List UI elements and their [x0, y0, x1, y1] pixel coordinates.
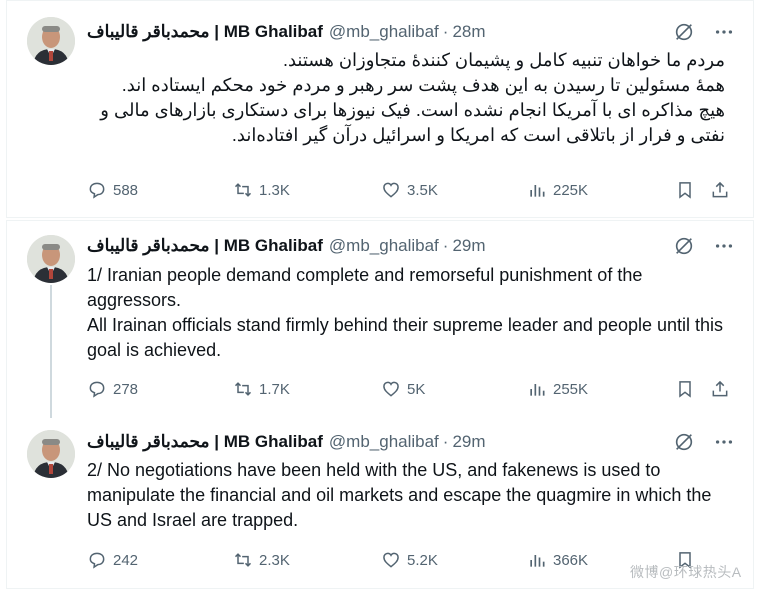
- tweet-text: 1/ Iranian people demand complete and re…: [87, 263, 725, 363]
- author-handle[interactable]: @mb_ghalibaf: [329, 22, 439, 42]
- timestamp[interactable]: 28m: [452, 22, 485, 42]
- repost-icon: [234, 553, 252, 567]
- reply-count: 588: [113, 181, 139, 199]
- tweet-text: مردم ما خواهان تنبیه کامل و پشیمان کننده…: [87, 48, 725, 148]
- repost-button[interactable]: 1.7K: [233, 377, 290, 401]
- like-icon: [383, 552, 399, 568]
- repost-button[interactable]: 1.3K: [233, 178, 290, 202]
- views-count: 225K: [553, 181, 589, 199]
- like-count: 5.2K: [407, 551, 438, 569]
- repost-count: 1.7K: [259, 380, 290, 398]
- reply-icon: [89, 381, 105, 398]
- views-button[interactable]: 255K: [527, 377, 588, 401]
- tweet-header: محمدباقر قالیباف | MB Ghalibaf @mb_ghali…: [87, 235, 737, 257]
- author-handle[interactable]: @mb_ghalibaf: [329, 236, 439, 256]
- repost-button[interactable]: 2.3K: [233, 548, 290, 572]
- author-name[interactable]: محمدباقر قالیباف | MB Ghalibaf: [87, 22, 323, 42]
- share-icon: [712, 380, 728, 397]
- tweet-line: مردم ما خواهان تنبیه کامل و پشیمان کننده…: [282, 50, 725, 70]
- like-count: 3.5K: [407, 181, 438, 199]
- tweet-line: 2/ No negotiations have been held with t…: [87, 460, 712, 530]
- views-count: 255K: [553, 380, 589, 398]
- tweet-line: همهٔ مسئولین تا رسیدن به این هدف پشت سر …: [121, 75, 725, 95]
- like-count: 5K: [407, 380, 426, 398]
- timestamp[interactable]: 29m: [452, 236, 485, 256]
- tweet-header: محمدباقر قالیباف | MB Ghalibaf @mb_ghali…: [87, 431, 737, 453]
- grok-icon[interactable]: [671, 235, 697, 257]
- avatar[interactable]: [27, 235, 75, 283]
- grok-icon[interactable]: [671, 21, 697, 43]
- timestamp[interactable]: 29m: [452, 432, 485, 452]
- bookmark-icon: [679, 381, 691, 398]
- bookmark-icon: [679, 182, 691, 199]
- tweet-line: نفتی و فرار از باتلاقی است که امریکا و ا…: [231, 125, 725, 145]
- grok-icon[interactable]: [671, 431, 697, 453]
- like-icon: [383, 381, 399, 397]
- tweet-line: هیچ مذاکره ای با آمریکا انجام نشده است. …: [100, 100, 725, 120]
- reply-button[interactable]: 278: [87, 377, 138, 401]
- views-icon: [530, 555, 545, 567]
- share-button[interactable]: [710, 178, 730, 202]
- separator-dot: ·: [442, 432, 449, 451]
- tweet-text: 2/ No negotiations have been held with t…: [87, 458, 725, 533]
- reply-count: 278: [113, 380, 139, 398]
- views-count: 366K: [553, 551, 589, 569]
- tweet-line: All Irainan officials stand firmly behin…: [87, 315, 724, 360]
- tweet-header: محمدباقر قالیباف | MB Ghalibaf @mb_ghali…: [87, 21, 737, 43]
- thread-line: [50, 285, 52, 421]
- watermark: 微博@环球热头A: [630, 564, 742, 580]
- more-icon[interactable]: [711, 431, 737, 453]
- avatar[interactable]: [27, 430, 75, 478]
- like-button[interactable]: 5K: [381, 377, 425, 401]
- like-icon: [383, 182, 399, 198]
- share-button[interactable]: [710, 377, 730, 401]
- like-button[interactable]: 5.2K: [381, 548, 438, 572]
- repost-icon: [234, 183, 252, 197]
- bookmark-button[interactable]: [675, 377, 695, 401]
- reply-count: 242: [113, 551, 139, 569]
- repost-icon: [234, 382, 252, 396]
- tweet-card-1[interactable]: محمدباقر قالیباف | MB Ghalibaf @mb_ghali…: [6, 0, 754, 218]
- tweet-line: 1/ Iranian people demand complete and re…: [87, 265, 643, 310]
- views-button[interactable]: 225K: [527, 178, 588, 202]
- views-icon: [530, 384, 545, 396]
- avatar[interactable]: [27, 17, 75, 65]
- more-icon[interactable]: [711, 21, 737, 43]
- action-bar: 278 1.7K 5K 255K: [87, 377, 737, 401]
- more-icon[interactable]: [711, 235, 737, 257]
- separator-dot: ·: [442, 236, 449, 255]
- tweet-card-2[interactable]: محمدباقر قالیباف | MB Ghalibaf @mb_ghali…: [6, 220, 754, 421]
- author-handle[interactable]: @mb_ghalibaf: [329, 432, 439, 452]
- action-bar: 588 1.3K 3.5K 225K: [87, 178, 737, 202]
- reply-button[interactable]: 242: [87, 548, 138, 572]
- views-button[interactable]: 366K: [527, 548, 588, 572]
- separator-dot: ·: [442, 22, 449, 41]
- reply-button[interactable]: 588: [87, 178, 138, 202]
- like-button[interactable]: 3.5K: [381, 178, 438, 202]
- views-icon: [530, 185, 545, 197]
- repost-count: 1.3K: [259, 181, 290, 199]
- author-name[interactable]: محمدباقر قالیباف | MB Ghalibaf: [87, 236, 323, 256]
- reply-icon: [89, 552, 105, 569]
- repost-count: 2.3K: [259, 551, 290, 569]
- share-icon: [712, 181, 728, 198]
- bookmark-button[interactable]: [675, 178, 695, 202]
- reply-icon: [89, 182, 105, 199]
- author-name[interactable]: محمدباقر قالیباف | MB Ghalibaf: [87, 432, 323, 452]
